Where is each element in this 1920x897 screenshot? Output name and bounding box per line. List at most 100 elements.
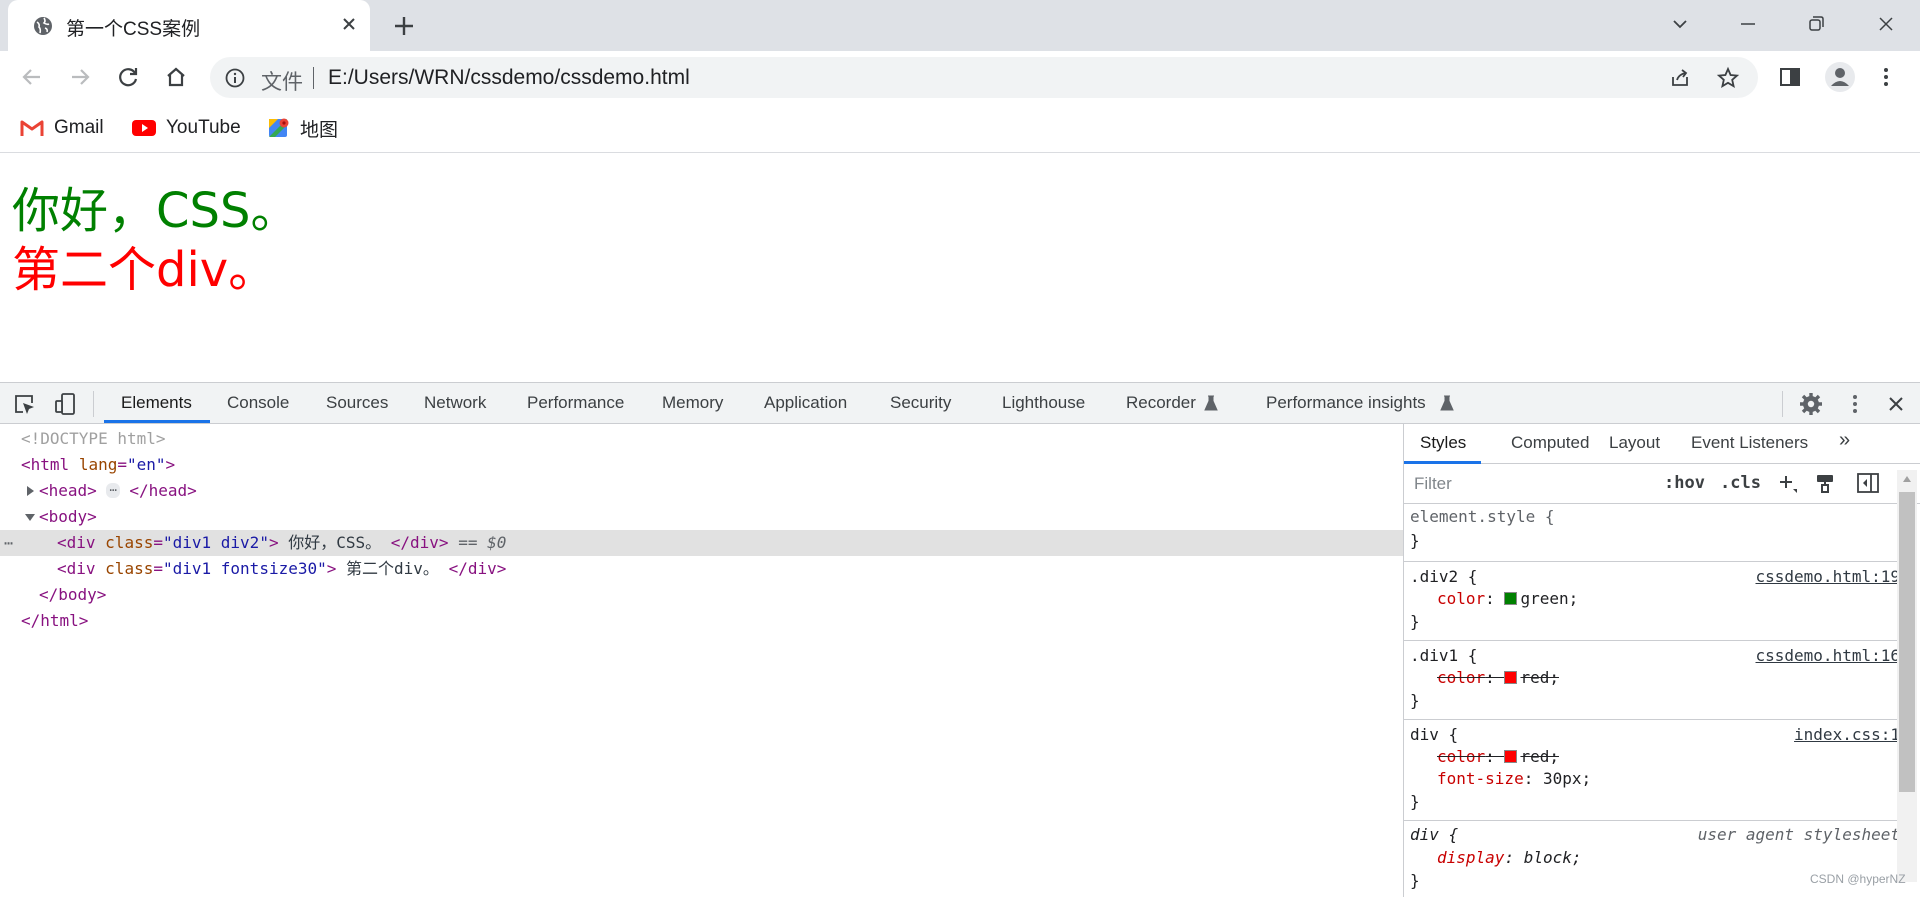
color-swatch[interactable] xyxy=(1504,592,1518,605)
tab-performance-insights[interactable]: Performance insights xyxy=(1266,393,1426,413)
equals-sign: = xyxy=(117,455,127,474)
rule-close-brace: } xyxy=(1410,612,1420,631)
tab-layout[interactable]: Layout xyxy=(1609,433,1660,453)
tab-application[interactable]: Application xyxy=(764,393,847,413)
scrollbar-thumb[interactable] xyxy=(1899,492,1915,792)
back-icon[interactable] xyxy=(16,61,48,93)
rule-selector[interactable]: .div2 { xyxy=(1410,566,1477,588)
home-icon[interactable] xyxy=(160,61,192,93)
tab-security[interactable]: Security xyxy=(890,393,951,413)
dom-node-body-close[interactable]: </body> xyxy=(0,582,1403,608)
collapse-triangle-icon[interactable] xyxy=(25,514,35,521)
tab-elements[interactable]: Elements xyxy=(121,393,192,413)
toolbar-divider xyxy=(93,391,94,417)
property-name: color xyxy=(1437,668,1486,687)
node-text: 第二个div。 xyxy=(336,559,449,578)
bookmark-youtube[interactable]: YouTube xyxy=(132,115,241,141)
browser-tab[interactable]: 第一个CSS案例 xyxy=(8,0,370,51)
side-panel-icon[interactable] xyxy=(1776,63,1804,91)
dom-node-doctype[interactable]: <!DOCTYPE html> xyxy=(0,426,1403,452)
color-swatch[interactable] xyxy=(1504,671,1518,684)
dom-node-html-close[interactable]: </html> xyxy=(0,608,1403,634)
minimize-icon[interactable] xyxy=(1734,10,1762,38)
globe-icon xyxy=(34,17,52,35)
hover-state-toggle[interactable]: :hov xyxy=(1664,473,1705,493)
tab-memory[interactable]: Memory xyxy=(662,393,723,413)
forward-icon[interactable] xyxy=(64,61,96,93)
tab-console[interactable]: Console xyxy=(227,393,289,413)
styles-scrollbar[interactable] xyxy=(1897,470,1917,882)
second-div-text: 第二个div。 xyxy=(12,242,277,298)
scheme-label: 文件 xyxy=(261,71,303,94)
tab-computed[interactable]: Computed xyxy=(1511,433,1589,453)
restore-icon[interactable] xyxy=(1802,10,1830,38)
more-tabs-chevron-icon[interactable]: » xyxy=(1839,429,1850,452)
tab-sources[interactable]: Sources xyxy=(326,393,388,413)
tab-styles[interactable]: Styles xyxy=(1420,433,1466,453)
tab-recorder[interactable]: Recorder xyxy=(1126,393,1196,413)
rule-selector[interactable]: .div1 { xyxy=(1410,645,1477,667)
rule-source-link[interactable]: index.css:1 xyxy=(1794,724,1900,746)
tag-text: </div> xyxy=(448,559,507,578)
rule-selector[interactable]: div { xyxy=(1410,824,1458,846)
close-devtools-icon[interactable] xyxy=(1883,391,1909,417)
dom-node-div2[interactable]: <div class="div1 fontsize30"> 第二个div。 </… xyxy=(0,556,1403,582)
info-icon[interactable] xyxy=(224,67,246,89)
overridden-declaration[interactable]: color: red; xyxy=(1437,667,1559,689)
address-bar[interactable]: 文件 E:/Users/WRN/cssdemo/cssdemo.html xyxy=(210,57,1758,98)
dom-node-div1-selected[interactable]: ⋯ <div class="div1 div2"> 你好，CSS。 </div>… xyxy=(0,530,1403,556)
omnibox-divider xyxy=(313,67,314,89)
style-rule-div-index: div { index.css:1 color: red; font-size:… xyxy=(1404,721,1904,821)
tab-event-listeners[interactable]: Event Listeners xyxy=(1691,433,1808,453)
new-tab-icon[interactable] xyxy=(390,12,418,40)
tab-lighthouse[interactable]: Lighthouse xyxy=(1002,393,1085,413)
overridden-declaration[interactable]: color: red; xyxy=(1437,746,1559,768)
rule-close-brace: } xyxy=(1410,871,1420,890)
scroll-up-arrow-icon[interactable] xyxy=(1902,475,1912,483)
device-toolbar-icon[interactable] xyxy=(52,391,78,417)
tag-close-bracket: > xyxy=(165,455,176,474)
reload-icon[interactable] xyxy=(112,61,144,93)
style-declaration[interactable]: font-size: 30px; xyxy=(1437,768,1591,790)
tab-search-icon[interactable] xyxy=(1666,10,1694,38)
dom-node-head[interactable]: <head> ⋯ </head> xyxy=(0,478,1403,504)
watermark-text: CSDN @hyperNZ xyxy=(1810,872,1906,886)
dom-node-html[interactable]: <html lang="en"> xyxy=(0,452,1403,478)
devtools-menu-icon[interactable] xyxy=(1842,391,1868,417)
tag-text: </html> xyxy=(21,611,89,630)
rule-source-link[interactable]: cssdemo.html:16 xyxy=(1756,645,1901,667)
tab-performance[interactable]: Performance xyxy=(527,393,624,413)
share-icon[interactable] xyxy=(1668,66,1692,90)
bookmark-gmail[interactable]: Gmail xyxy=(20,115,104,141)
toggle-sidebar-icon[interactable] xyxy=(1856,472,1880,494)
collapsed-ellipsis[interactable]: ⋯ xyxy=(106,483,120,498)
settings-gear-icon[interactable] xyxy=(1798,391,1824,417)
expand-triangle-icon[interactable] xyxy=(27,486,34,496)
styles-filter-input[interactable] xyxy=(1410,470,1650,498)
close-window-icon[interactable] xyxy=(1872,10,1900,38)
bookmark-star-icon[interactable] xyxy=(1716,66,1740,90)
style-declaration[interactable]: color: green; xyxy=(1437,588,1578,610)
style-rule-div1: .div1 { cssdemo.html:16 color: red; } xyxy=(1404,642,1904,720)
style-declaration: display: block; xyxy=(1437,847,1582,869)
more-menu-icon[interactable] xyxy=(1872,63,1900,91)
rule-selector[interactable]: element.style { xyxy=(1410,506,1555,528)
doctype-text: <!DOCTYPE html> xyxy=(21,429,166,448)
close-tab-icon[interactable] xyxy=(338,13,360,35)
attr-value: "en" xyxy=(126,455,166,474)
bookmark-maps[interactable]: 地图 xyxy=(268,115,338,141)
class-toggle[interactable]: .cls xyxy=(1720,473,1761,493)
dom-node-body[interactable]: <body> xyxy=(0,504,1403,530)
profile-avatar-icon[interactable] xyxy=(1824,61,1856,93)
tag-text: </body> xyxy=(39,585,107,604)
rule-source-link[interactable]: cssdemo.html:19 xyxy=(1756,566,1901,588)
row-actions-dots[interactable]: ⋯ xyxy=(4,530,13,556)
rule-selector[interactable]: div { xyxy=(1410,724,1458,746)
tab-network[interactable]: Network xyxy=(424,393,486,413)
url-text[interactable]: E:/Users/WRN/cssdemo/cssdemo.html xyxy=(328,66,690,90)
inspect-element-icon[interactable] xyxy=(11,391,37,417)
color-swatch[interactable] xyxy=(1504,750,1518,763)
node-text: 你好，CSS。 xyxy=(278,533,391,552)
new-style-rule-icon[interactable] xyxy=(1777,473,1799,495)
paint-roller-icon[interactable] xyxy=(1814,472,1836,494)
